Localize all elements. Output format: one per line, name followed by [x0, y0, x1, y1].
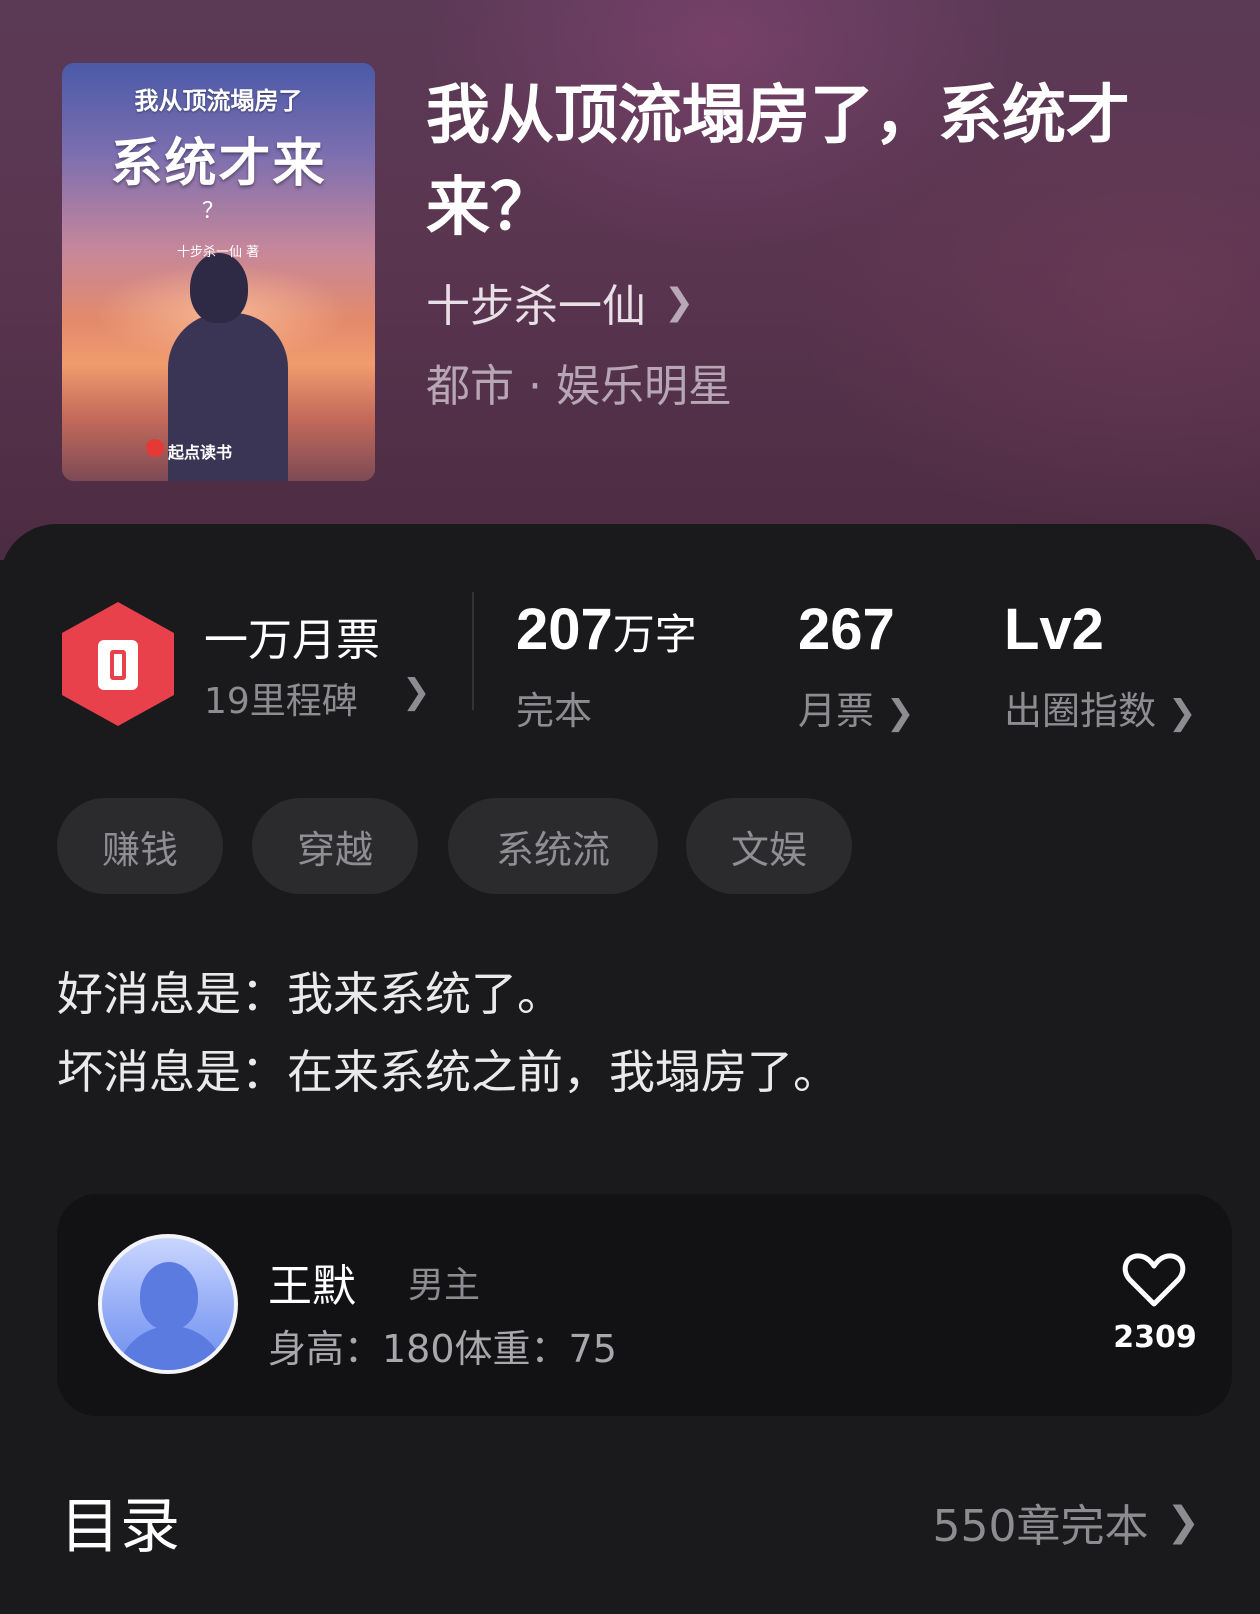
cover-big-text: 系统才来 — [110, 133, 327, 194]
cover-brand: 起点读书 — [168, 443, 233, 462]
avatar[interactable] — [98, 1234, 238, 1374]
chevron-right-icon: ❯ — [664, 281, 695, 323]
cover-top-text: 我从顶流塌房了 — [134, 87, 303, 115]
character-info: 身高：180体重：75 — [268, 1327, 617, 1371]
cover-brand-logo — [146, 439, 164, 457]
word-count: 207万字 — [516, 596, 697, 663]
ticket-icon — [98, 640, 138, 690]
divider — [472, 592, 474, 710]
word-count-value: 207 — [516, 597, 613, 662]
influence-label-link[interactable]: 出圈指数 ❯ — [1004, 680, 1197, 735]
vote-count[interactable]: 267 — [798, 596, 895, 663]
word-count-unit: 万字 — [612, 611, 697, 658]
author-name: 十步杀一仙 — [426, 281, 646, 332]
vote-label-link[interactable]: 月票 ❯ — [798, 680, 915, 735]
tag-chip[interactable]: 文娱 — [686, 798, 852, 894]
heart-icon[interactable] — [1122, 1250, 1186, 1310]
monthly-vote-title[interactable]: 一万月票 — [204, 604, 380, 668]
tag-chip[interactable]: 系统流 — [448, 798, 658, 894]
influence-level[interactable]: Lv2 — [1004, 596, 1104, 663]
toc-link[interactable]: 550章完本 ❯ — [933, 1490, 1201, 1554]
character-name: 王默 — [268, 1261, 356, 1312]
book-title: 我从顶流塌房了，系统才来？ — [426, 78, 1130, 245]
completion-status: 完本 — [516, 689, 593, 733]
vote-label: 月票 — [798, 689, 875, 733]
character-role: 男主 — [408, 1265, 481, 1306]
chevron-right-icon: ❯ — [1168, 693, 1197, 733]
cover-author: 十步杀一仙 著 — [177, 245, 260, 260]
chevron-right-icon: ❯ — [886, 693, 915, 733]
description-line: 坏消息是：在来系统之前，我塌房了。 — [57, 1045, 839, 1099]
tag-chip[interactable]: 赚钱 — [57, 798, 223, 894]
book-genre: 都市 · 娱乐明星 — [426, 361, 732, 412]
influence-label: 出圈指数 — [1004, 689, 1157, 733]
cover-question: ？ — [202, 199, 225, 224]
book-cover[interactable]: 我从顶流塌房了 系统才来 ？ 十步杀一仙 著 起点读书 — [62, 63, 375, 481]
toc-title[interactable]: 目录 — [60, 1478, 180, 1565]
chapter-count: 550章完本 — [932, 1501, 1149, 1552]
chevron-right-icon: ❯ — [1166, 1499, 1200, 1545]
chevron-right-icon: ❯ — [402, 672, 431, 712]
cover-figure-head — [190, 253, 248, 323]
avatar-silhouette-body — [116, 1326, 226, 1370]
avatar-silhouette-head — [140, 1262, 198, 1330]
tag-chip[interactable]: 穿越 — [252, 798, 418, 894]
description-line: 好消息是：我来系统了。 — [57, 967, 563, 1021]
monthly-vote-milestone[interactable]: 19里程碑 — [204, 672, 358, 724]
author-link[interactable]: 十步杀一仙 ❯ — [426, 270, 694, 334]
like-count: 2309 — [1113, 1320, 1197, 1355]
